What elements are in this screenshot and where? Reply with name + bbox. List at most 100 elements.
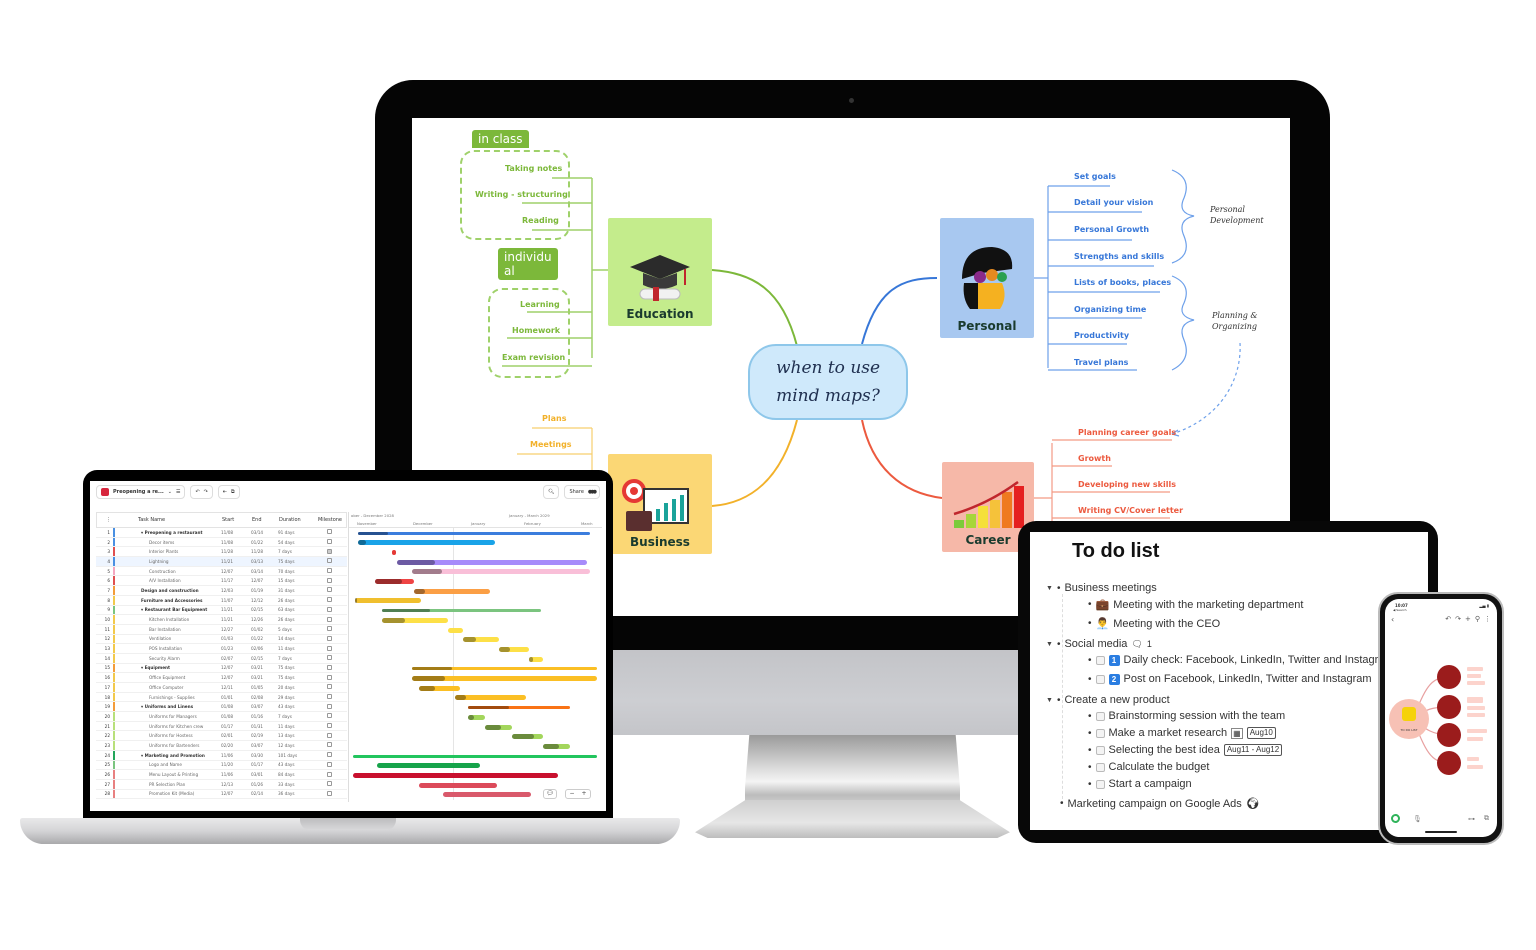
task-duration[interactable]: 7 days xyxy=(278,549,314,554)
task-end[interactable]: 12/12 xyxy=(251,598,278,603)
tag-in-class[interactable]: in class xyxy=(472,130,529,148)
task-duration[interactable]: 11 days xyxy=(278,724,314,729)
milestone-checkbox[interactable] xyxy=(326,645,332,651)
task-start[interactable]: 11/08 xyxy=(221,530,251,535)
task-end[interactable]: 12/26 xyxy=(251,617,278,622)
task-start[interactable]: 12/27 xyxy=(221,627,251,632)
central-topic[interactable]: when to use mind maps? xyxy=(748,344,908,420)
table-row[interactable]: 4 Lightning 11/21 03/13 75 days xyxy=(96,557,347,567)
task-duration[interactable]: 70 days xyxy=(278,569,314,574)
todo-item[interactable]: • Make a market research ▦ Aug10 xyxy=(1088,727,1276,739)
gantt-bar[interactable] xyxy=(511,734,544,740)
task-name[interactable]: ▾ Restaurant Bar Equipment xyxy=(137,607,221,612)
table-row[interactable]: 18 Furnishings - Supplies 01/01 02/08 29 day… xyxy=(96,692,347,703)
col-milestone[interactable]: Milestone xyxy=(315,517,345,523)
task-start[interactable]: 12/07 xyxy=(221,569,251,574)
gantt-bar[interactable] xyxy=(355,598,422,604)
task-duration[interactable]: 13 days xyxy=(278,733,314,738)
table-row[interactable]: 13 POS Installation 01/23 02/06 11 days xyxy=(96,644,347,654)
todo-item[interactable]: • Selecting the best idea Aug11 - Aug12 xyxy=(1088,744,1283,756)
milestone-checkbox[interactable] xyxy=(326,674,332,680)
table-row[interactable]: 5 Construction 12/07 03/14 70 days xyxy=(96,566,347,577)
task-start[interactable]: 12/07 xyxy=(221,675,251,680)
table-row[interactable]: 14 Security Alarm 02/07 02/15 7 days xyxy=(96,653,347,664)
leaf-exam-revision[interactable]: Exam revision xyxy=(502,353,565,362)
task-end[interactable]: 01/19 xyxy=(251,588,278,593)
task-duration[interactable]: 5 days xyxy=(278,627,314,632)
comment-icon[interactable]: 🗨︎ xyxy=(1131,639,1142,650)
task-end[interactable]: 02/08 xyxy=(251,695,278,700)
task-end[interactable]: 03/21 xyxy=(251,665,278,670)
task-duration[interactable]: 7 days xyxy=(278,714,314,719)
gantt-bar[interactable] xyxy=(411,676,597,681)
gantt-bar[interactable] xyxy=(382,617,449,623)
milestone-checkbox[interactable] xyxy=(326,568,332,574)
leaf-strengths[interactable]: Strengths and skills xyxy=(1074,252,1164,261)
image-icon[interactable]: ▦ xyxy=(1231,727,1243,739)
section-business-meetings[interactable]: ▼ • Business meetings xyxy=(1046,582,1157,594)
leaf-homework[interactable]: Homework xyxy=(512,326,560,335)
task-start[interactable]: 11/17 xyxy=(221,578,251,583)
gantt-bar[interactable] xyxy=(499,646,529,652)
section-create-product[interactable]: ▼ • Create a new product xyxy=(1046,694,1170,706)
milestone-checkbox[interactable] xyxy=(326,587,332,593)
milestone-checkbox[interactable] xyxy=(326,723,332,729)
checkbox[interactable] xyxy=(1095,779,1105,789)
task-end[interactable]: 01/22 xyxy=(251,540,278,545)
gantt-bar[interactable] xyxy=(543,743,571,749)
project-selector[interactable]: Preopening a re... ⌄ ☰ xyxy=(96,485,186,499)
task-start[interactable]: 11/06 xyxy=(221,753,251,758)
table-row[interactable]: 11 Bar Installation 12/27 01/02 5 days xyxy=(96,624,347,635)
task-end[interactable]: 02/15 xyxy=(251,607,278,612)
todo-item[interactable]: • Start a campaign xyxy=(1088,778,1192,790)
todo-item[interactable]: • 1 Daily check: Facebook, LinkedIn, Twi… xyxy=(1088,654,1394,666)
task-start[interactable]: 11/28 xyxy=(221,549,251,554)
task-end[interactable]: 11/28 xyxy=(251,549,278,554)
note-personal-development[interactable]: Personal Development xyxy=(1210,204,1264,226)
task-name[interactable]: Uniforms for Managers xyxy=(137,714,221,719)
leaf-writing-structuring[interactable]: Writing - structuring xyxy=(475,190,568,199)
gantt-bar[interactable] xyxy=(374,579,414,584)
gantt-bar[interactable] xyxy=(357,531,590,535)
table-row[interactable]: 20 Uniforms for Managers 01/08 01/16 7 days xyxy=(96,712,347,722)
task-name[interactable]: ▾ Preopening a restaurant xyxy=(137,530,221,535)
task-start[interactable]: 01/08 xyxy=(221,704,251,709)
mic-icon[interactable]: 🎙︎ xyxy=(1413,815,1422,823)
task-name[interactable]: Uniforms for Bartenders xyxy=(137,743,221,748)
milestone-checkbox[interactable] xyxy=(326,616,332,622)
task-start[interactable]: 12/07 xyxy=(221,665,251,670)
task-duration[interactable]: 36 days xyxy=(278,791,314,796)
task-start[interactable]: 12/03 xyxy=(221,588,251,593)
task-end[interactable]: 01/02 xyxy=(251,627,278,632)
task-duration[interactable]: 75 days xyxy=(278,559,314,564)
task-duration[interactable]: 91 days xyxy=(278,530,314,535)
task-name[interactable]: PR Selection Plan xyxy=(137,782,221,787)
comment-button[interactable]: 💬︎ xyxy=(543,789,557,799)
task-start[interactable]: 02/07 xyxy=(221,656,251,661)
table-row[interactable]: 23 Uniforms for Bartenders 02/20 03/07 12 da… xyxy=(96,741,347,751)
task-duration[interactable]: 84 days xyxy=(278,772,314,777)
redo-icon[interactable]: ↷ xyxy=(204,489,208,495)
leaf-reading[interactable]: Reading xyxy=(522,216,559,225)
gantt-bar[interactable] xyxy=(396,559,588,565)
task-start[interactable]: 11/20 xyxy=(221,762,251,767)
connect-icon[interactable]: ⊶ xyxy=(1468,815,1475,823)
task-name[interactable]: Bar Installation xyxy=(137,627,221,632)
leaf-set-goals[interactable]: Set goals xyxy=(1074,172,1116,181)
milestone-checkbox[interactable] xyxy=(326,732,332,738)
node-business[interactable]: Business xyxy=(608,454,712,554)
task-duration[interactable]: 14 days xyxy=(278,636,314,641)
milestone-checkbox[interactable] xyxy=(326,703,332,709)
zoom-out-button[interactable]: − xyxy=(569,790,574,798)
task-duration[interactable]: 15 days xyxy=(278,578,314,583)
table-row[interactable]: 27 PR Selection Plan 12/13 01/26 33 days xyxy=(96,779,347,790)
task-end[interactable]: 02/19 xyxy=(251,733,278,738)
gantt-bar[interactable] xyxy=(392,549,397,555)
leaf-learning[interactable]: Learning xyxy=(520,300,560,309)
task-start[interactable]: 01/17 xyxy=(221,724,251,729)
task-duration[interactable]: 43 days xyxy=(278,704,314,709)
task-duration[interactable]: 29 days xyxy=(278,695,314,700)
task-name[interactable]: ▾ Marketing and Promotion xyxy=(137,753,221,758)
task-end[interactable]: 03/14 xyxy=(251,530,278,535)
add-icon[interactable]: + xyxy=(1465,615,1471,623)
